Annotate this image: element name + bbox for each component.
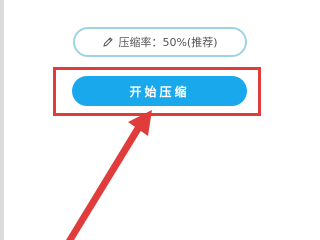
annotation-arrow (66, 110, 152, 240)
screenshot-page: 压缩率：50%(推荐) 开始压缩 (0, 0, 320, 240)
arrow-shaft (66, 120, 145, 240)
